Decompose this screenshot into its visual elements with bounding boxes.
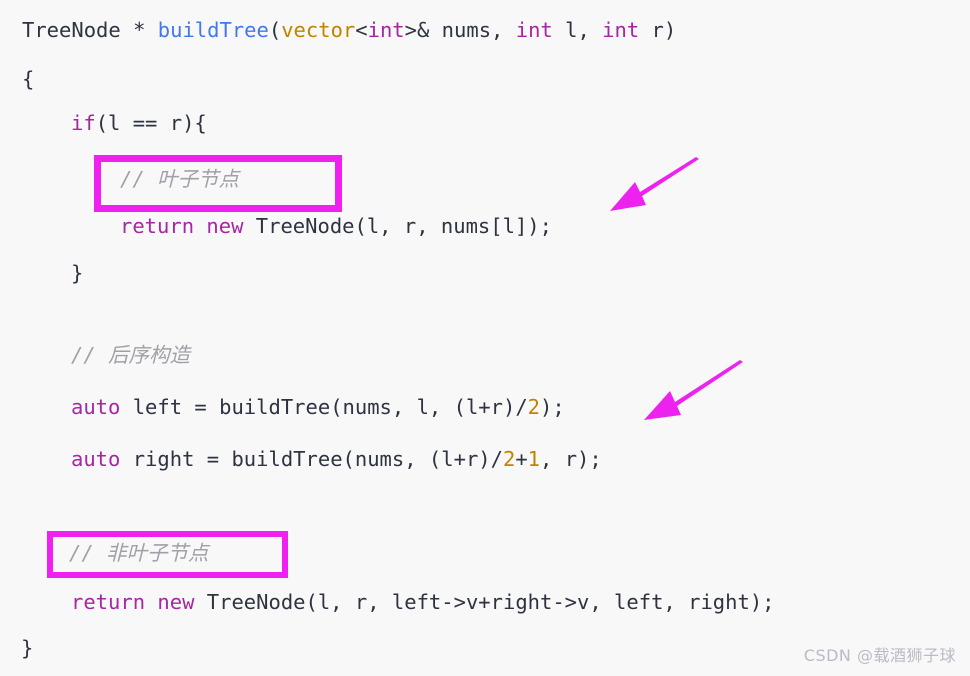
annotation-arrow-icon-2 (644, 360, 743, 420)
code-token-if-condition: (l == r){ (95, 111, 207, 135)
code-token-treenode-nonleaf-args: TreeNode(l, r, left->v+right->v, left, r… (194, 590, 775, 614)
code-token-auto-left: auto (71, 395, 121, 419)
code-token-r-param: r) (639, 18, 677, 42)
code-line-3-if-statement: if(l == r){ (71, 111, 207, 135)
code-token-int-r: int (602, 18, 640, 42)
code-token-treenode-leaf-args: TreeNode(l, r, nums[l]); (243, 214, 552, 238)
csdn-watermark: CSDN @载酒狮子球 (803, 646, 956, 665)
code-token-paren-open: ( (268, 18, 282, 42)
code-token-right-tail: , r); (540, 447, 602, 471)
code-token-return-new-nonleaf: return new (71, 590, 195, 614)
code-line-2-open-brace: { (22, 67, 35, 91)
code-token-int-l: int (515, 18, 553, 42)
code-line-9-auto-right: auto right = buildTree(nums, (l+r)/2+1, … (71, 447, 602, 471)
code-token-auto-right: auto (71, 447, 121, 471)
code-token-int-template: int (367, 18, 405, 42)
code-token-number-two-right: 2 (502, 447, 516, 471)
code-token-function-name: buildTree (157, 18, 269, 42)
annotation-arrow-icon-1 (610, 157, 699, 211)
code-screenshot: TreeNode * buildTree(vector<int>& nums, … (0, 0, 970, 676)
code-token-angle-open: < (355, 18, 368, 42)
code-line-8-auto-left: auto left = buildTree(nums, l, (l+r)/2); (71, 395, 565, 419)
code-token-vector: vector (281, 18, 356, 42)
code-token-right-expr: right = buildTree(nums, (l+r)/ (120, 447, 503, 471)
code-line-5-return-leaf: return new TreeNode(l, r, nums[l]); (120, 214, 552, 238)
code-line-12-close-brace-function: } (21, 636, 34, 660)
code-token-l-param: l, (552, 18, 603, 42)
highlight-box-nonleaf-comment (47, 531, 288, 578)
code-token-left-tail: ); (540, 395, 565, 419)
code-line-7-postorder-comment: // 后序构造 (71, 343, 191, 367)
code-token-left-expr: left = buildTree(nums, l, (l+r)/ (120, 395, 528, 419)
code-token-plus-op: + (515, 447, 528, 471)
code-line-6-close-brace-if: } (71, 261, 84, 285)
code-token-return-new-leaf: return new (120, 214, 244, 238)
code-token-if-keyword: if (71, 111, 96, 135)
highlight-box-leaf-comment (94, 155, 342, 212)
code-token-return-type: TreeNode * (22, 18, 158, 42)
code-line-11-return-nonleaf: return new TreeNode(l, r, left->v+right-… (71, 590, 775, 614)
code-token-number-two-left: 2 (527, 395, 541, 419)
code-line-1: TreeNode * buildTree(vector<int>& nums, … (22, 18, 676, 42)
code-token-nums-param: >& nums, (404, 18, 516, 42)
code-token-number-one-right: 1 (527, 447, 541, 471)
